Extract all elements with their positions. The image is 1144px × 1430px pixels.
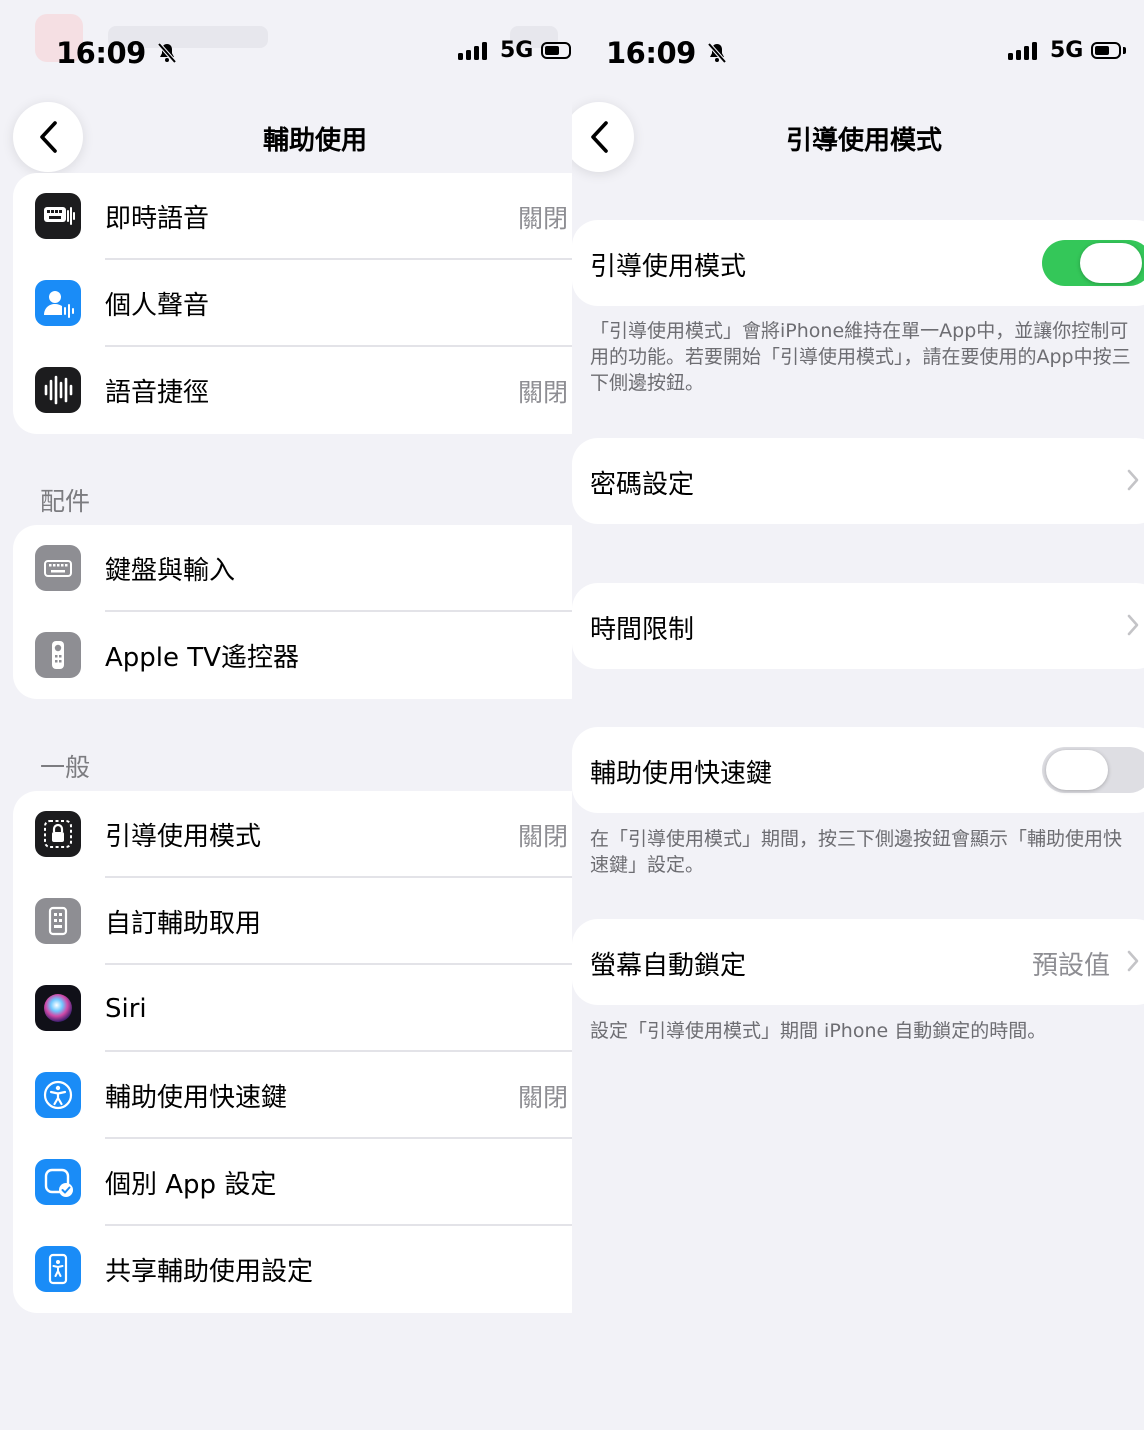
waveform-icon (35, 367, 81, 413)
auto-lock-group: 螢幕自動鎖定 預設值 (572, 919, 1144, 1005)
auto-lock-row[interactable]: 螢幕自動鎖定 預設值 (572, 919, 1144, 1005)
row-label: 鍵盤與輸入 (105, 556, 236, 586)
cellular-signal-icon (1008, 41, 1037, 60)
status-bar: 16:09 5G (572, 0, 1144, 100)
guided-access-toggle-group: 引導使用模式 (572, 220, 1144, 306)
row-label: 螢幕自動鎖定 (590, 951, 747, 981)
row-label: 輔助使用快速鍵 (105, 1083, 288, 1113)
siri-icon (35, 985, 81, 1031)
list-row-switch-control[interactable]: 自訂輔助取用 (13, 878, 572, 965)
time-limits-group: 時間限制 (572, 583, 1144, 669)
person-voice-icon (35, 280, 81, 326)
silent-bell-icon (157, 42, 177, 64)
back-button[interactable] (13, 102, 83, 172)
status-bar: 16:09 5G (0, 0, 572, 100)
chevron-left-icon (40, 121, 57, 153)
share-accessibility-icon (35, 1246, 81, 1292)
section-header-general: 一般 (40, 753, 91, 782)
row-value: 關閉 (517, 821, 568, 851)
accessibility-shortcut-group: 輔助使用快速鍵 (572, 727, 1144, 813)
status-indicators: 5G (458, 38, 572, 63)
tv-remote-icon (35, 632, 81, 678)
passcode-settings-row[interactable]: 密碼設定 (572, 438, 1144, 524)
speech-settings-group: 即時語音 關閉 個人聲音 語音捷徑 關閉 (13, 173, 572, 434)
accessibility-shortcut-row: 輔助使用快速鍵 (572, 727, 1144, 813)
auto-lock-description: 設定「引導使用模式」期間 iPhone 自動鎖定的時間。 (590, 1020, 1047, 1042)
row-value: 關閉 (517, 203, 568, 233)
status-time: 16:09 (56, 36, 179, 70)
row-value: 預設值 (1031, 951, 1110, 981)
list-row-share-accessibility-settings[interactable]: 共享輔助使用設定 (13, 1226, 572, 1313)
guided-access-description: 「引導使用模式」會將iPhone維持在單一App中，並讓你控制可用的功能。若要開… (590, 320, 1131, 394)
section-header-accessories: 配件 (40, 487, 91, 516)
row-value: 關閉 (517, 1082, 568, 1112)
battery-tip (1123, 47, 1127, 54)
row-label: 輔助使用快速鍵 (590, 759, 773, 789)
row-label: Apple TV遙控器 (105, 643, 299, 673)
guided-access-lock-icon (35, 811, 81, 857)
row-value: 關閉 (517, 377, 568, 407)
network-type: 5G (1050, 38, 1084, 63)
cellular-signal-icon (458, 41, 487, 60)
guided-access-toggle[interactable] (1042, 240, 1144, 286)
switch-control-icon (35, 898, 81, 944)
time-limits-row[interactable]: 時間限制 (572, 583, 1144, 669)
status-indicators: 5G (1008, 38, 1127, 63)
chevron-right-icon (1127, 469, 1139, 491)
accessibility-icon (35, 1072, 81, 1118)
list-row-live-speech[interactable]: 即時語音 關閉 (13, 173, 572, 260)
accessibility-shortcut-toggle[interactable] (1042, 747, 1144, 793)
guided-access-row: 引導使用模式 (572, 220, 1144, 306)
list-row-keyboards[interactable]: 鍵盤與輸入 (13, 525, 572, 612)
per-app-settings-icon (35, 1159, 81, 1205)
row-label: 密碼設定 (590, 470, 695, 500)
passcode-settings-group: 密碼設定 (572, 438, 1144, 524)
chevron-left-icon (591, 121, 608, 153)
list-row-apple-tv-remote[interactable]: Apple TV遙控器 (13, 612, 572, 699)
list-row-guided-access[interactable]: 引導使用模式 關閉 (13, 791, 572, 878)
silent-bell-icon (707, 42, 727, 64)
row-label: 時間限制 (590, 615, 695, 645)
row-label: 引導使用模式 (105, 822, 262, 852)
page-title: 引導使用模式 (785, 126, 942, 156)
network-type: 5G (500, 38, 534, 63)
row-label: 共享輔助使用設定 (105, 1257, 314, 1287)
battery-icon (1091, 42, 1122, 59)
list-row-accessibility-shortcut[interactable]: 輔助使用快速鍵 關閉 (13, 1052, 572, 1139)
accessibility-shortcut-description: 在「引導使用模式」期間，按三下側邊按鈕會顯示「輔助使用快速鍵」設定。 (590, 828, 1123, 876)
battery-icon (541, 42, 572, 59)
row-label: 個別 App 設定 (105, 1170, 277, 1200)
keyboard-waveform-icon (35, 193, 81, 239)
row-label: 自訂輔助取用 (105, 909, 262, 939)
accessories-group: 鍵盤與輸入 Apple TV遙控器 (13, 525, 572, 699)
row-label: 個人聲音 (105, 291, 210, 321)
row-label: Siri (105, 993, 147, 1024)
list-row-per-app-settings[interactable]: 個別 App 設定 (13, 1139, 572, 1226)
list-row-vocal-shortcuts[interactable]: 語音捷徑 關閉 (13, 347, 572, 434)
list-row-siri[interactable]: Siri (13, 965, 572, 1052)
row-label: 語音捷徑 (105, 378, 210, 408)
page-title: 輔助使用 (262, 126, 367, 156)
list-row-personal-voice[interactable]: 個人聲音 (13, 260, 572, 347)
chevron-right-icon (1127, 950, 1139, 972)
general-group: 引導使用模式 關閉 自訂輔助取用 Siri 輔助使用快速鍵 關閉 個別 App … (13, 791, 572, 1313)
chevron-right-icon (1127, 614, 1139, 636)
row-label: 即時語音 (105, 204, 210, 234)
status-time: 16:09 (606, 36, 729, 70)
accessibility-settings-screen: 16:09 5G 輔助使用 即時語音 關閉 個人聲音 語音捷徑 關閉 配件 鍵盤… (0, 0, 572, 1430)
row-label: 引導使用模式 (590, 252, 747, 282)
guided-access-screen: 16:09 5G 引導使用模式 引導使用模式 「引導使用模式」會將iPhone維… (572, 0, 1144, 1430)
back-button[interactable] (572, 102, 634, 172)
keyboard-icon (35, 545, 81, 591)
